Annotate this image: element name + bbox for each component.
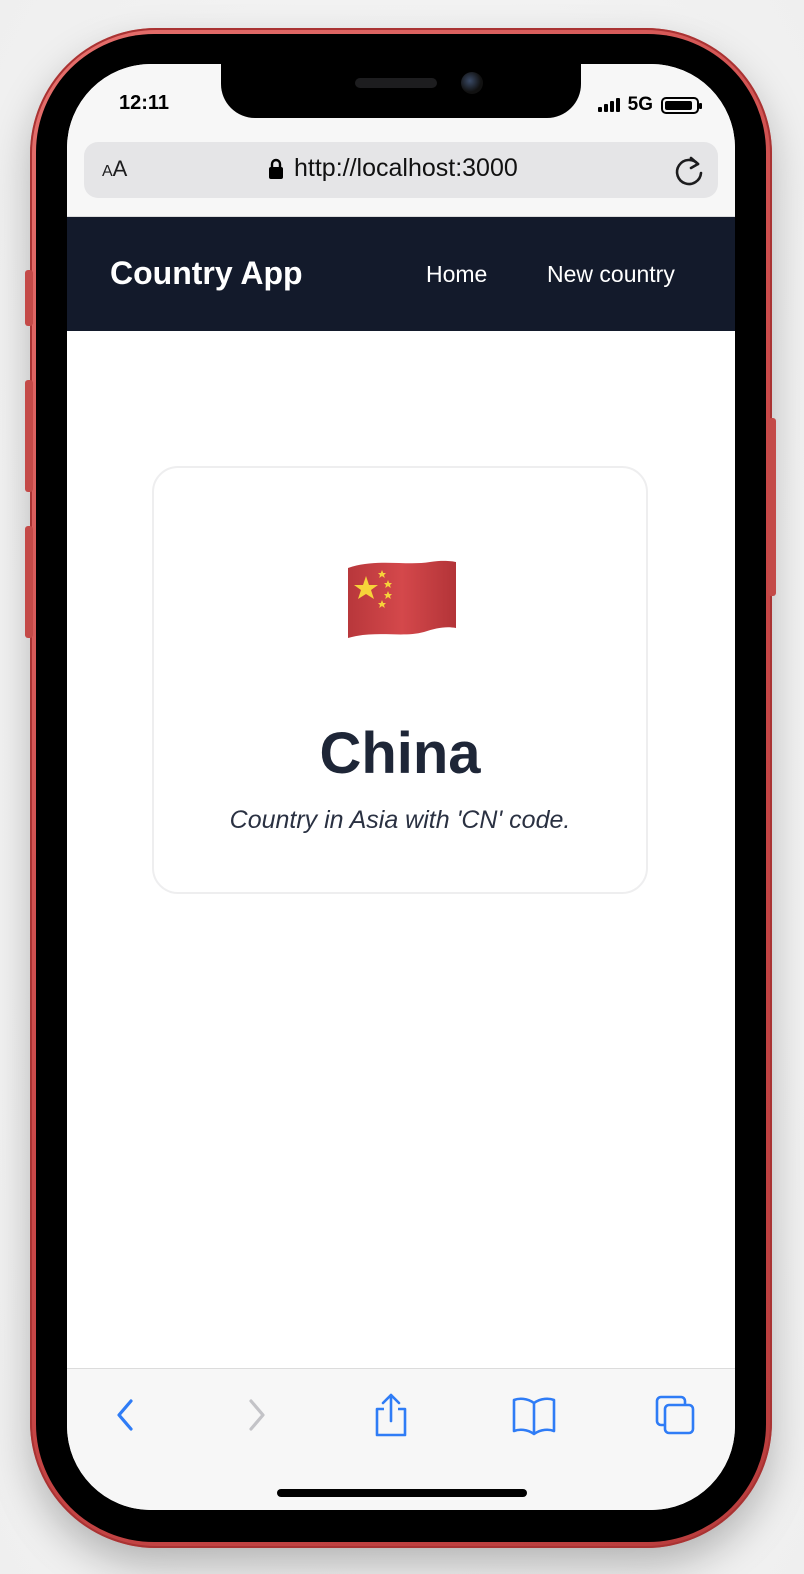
url-display[interactable]: http://localhost:3000 (268, 154, 518, 183)
device-stage: 12:11 5G AA http://localhost:3000 Countr… (0, 0, 804, 1574)
status-time: 12:11 (119, 92, 170, 114)
power-button (768, 418, 776, 596)
nav-link-home[interactable]: Home (426, 261, 487, 288)
country-name-heading: China (319, 721, 481, 786)
notch (221, 64, 581, 118)
browser-toolbar (67, 1368, 735, 1510)
front-camera (461, 72, 483, 94)
mute-switch (25, 270, 33, 326)
battery-level (665, 100, 692, 110)
lock-icon (269, 158, 283, 179)
tabs-icon[interactable] (653, 1393, 697, 1437)
status-indicators: 5G (597, 94, 702, 116)
brand-logo-link[interactable]: Country App (110, 255, 303, 292)
volume-down-button (25, 526, 33, 638)
bookmarks-icon[interactable] (511, 1393, 557, 1437)
reload-icon[interactable] (672, 152, 706, 188)
share-icon[interactable] (371, 1393, 411, 1439)
url-text: http://localhost:3000 (294, 154, 518, 182)
app-navbar: Country App Home New country (67, 217, 735, 331)
network-type-label: 5G (627, 94, 653, 115)
phone-screen: 12:11 5G AA http://localhost:3000 Countr… (67, 64, 735, 1510)
cellular-signal-icon (597, 98, 620, 112)
country-description: Country in Asia with 'CN' code. (229, 806, 571, 834)
forward-icon[interactable] (241, 1393, 271, 1437)
back-icon[interactable] (111, 1393, 141, 1437)
speaker-grille (355, 78, 437, 88)
home-indicator[interactable] (277, 1489, 527, 1497)
volume-up-button (25, 380, 33, 492)
text-size-large-letter: A (112, 156, 128, 181)
country-card: China Country in Asia with 'CN' code. (152, 466, 648, 894)
text-size-button[interactable]: AA (102, 156, 127, 182)
china-flag-icon (348, 560, 456, 638)
battery-icon (661, 96, 702, 114)
browser-top-chrome: 12:11 5G AA http://localhost:3000 (67, 64, 735, 217)
nav-link-new-country[interactable]: New country (547, 261, 675, 288)
address-bar[interactable]: AA http://localhost:3000 (84, 142, 718, 198)
text-size-small-letter: A (102, 163, 113, 180)
